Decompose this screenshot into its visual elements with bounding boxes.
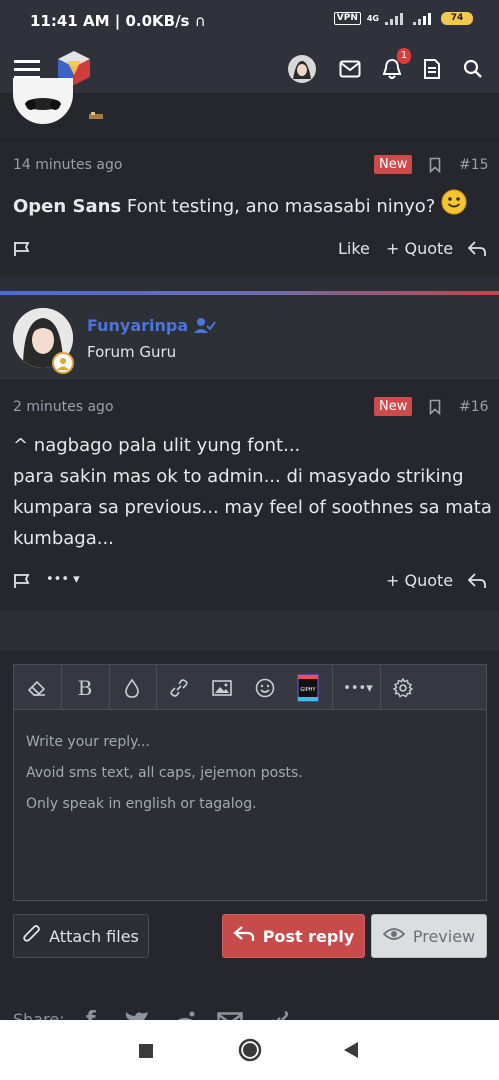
avatar[interactable] (287, 54, 317, 84)
reply-icon (233, 925, 255, 947)
placeholder-line: Avoid sms text, all caps, jejemon posts. (26, 765, 303, 781)
link-share-icon[interactable] (266, 1010, 290, 1020)
search-icon[interactable] (458, 54, 488, 84)
reply-textarea[interactable]: Write your reply... Avoid sms text, all … (14, 711, 486, 900)
status-bar: 11:41 AM | 0.0KB/s ∩ VPN 4G 74 (0, 0, 499, 44)
attach-files-button[interactable]: Attach files (13, 914, 149, 958)
system-navigation-bar (0, 1020, 499, 1080)
twitter-icon[interactable] (124, 1010, 150, 1020)
battery-icon: 74 (441, 12, 473, 25)
home-icon[interactable] (238, 1038, 262, 1066)
post-message-text: Font testing, ano masasabi ninyo? (126, 196, 436, 217)
gear-icon[interactable] (388, 673, 418, 703)
report-flag-icon[interactable] (13, 241, 31, 261)
paperclip-icon (23, 924, 41, 948)
recent-apps-icon[interactable] (139, 1043, 153, 1062)
report-flag-icon[interactable] (13, 573, 31, 593)
share-row: Share: f (0, 972, 499, 1020)
reply-arrow-icon[interactable] (467, 572, 487, 594)
user-flair-icon (88, 106, 104, 119)
notifications-icon[interactable]: 1 (377, 48, 411, 84)
bold-button[interactable]: B (70, 673, 100, 703)
inbox-icon[interactable] (335, 54, 365, 84)
preview-button[interactable]: Preview (371, 914, 487, 958)
eraser-icon[interactable] (22, 673, 52, 703)
notification-count-badge: 1 (397, 48, 411, 64)
link-icon[interactable] (164, 673, 194, 703)
like-button[interactable]: Like (338, 239, 370, 258)
verified-user-icon (193, 317, 216, 337)
new-badge: New (374, 397, 413, 416)
post-gap (0, 276, 499, 291)
post-16: 2 minutes ago New #16 ^ nagbago pala uli… (0, 382, 499, 610)
eye-icon (382, 926, 406, 946)
reply-editor: B GIPHY ••• ▾ Write your reply... Avoid s… (13, 664, 487, 901)
more-options-menu[interactable]: ••• ▾ (340, 673, 376, 703)
email-share-icon[interactable] (217, 1012, 243, 1020)
facebook-icon[interactable]: f (86, 1008, 96, 1020)
post-timestamp[interactable]: 14 minutes ago (13, 157, 122, 173)
signal-icon-2 (413, 12, 435, 25)
emoji-icon[interactable] (250, 673, 280, 703)
smiley-emoji (441, 189, 467, 225)
reddit-icon[interactable] (172, 1010, 198, 1020)
user-title: Forum Guru (87, 343, 177, 361)
bookmark-icon[interactable] (429, 399, 441, 419)
post-message-line: kumpara sa previous... may feel of sooth… (13, 497, 492, 518)
editor-toolbar: B GIPHY ••• ▾ (14, 665, 486, 710)
post-timestamp[interactable]: 2 minutes ago (13, 399, 114, 415)
gif-icon[interactable]: GIPHY (293, 673, 323, 703)
app-header: 1 (0, 44, 499, 94)
post-15-author-area (0, 78, 499, 140)
network-type: 4G (366, 14, 379, 23)
share-label: Share: (13, 1010, 65, 1020)
post-number[interactable]: #15 (459, 157, 489, 173)
quote-button[interactable]: + Quote (386, 571, 453, 590)
post-message-line: kumbaga... (13, 528, 114, 549)
more-actions-menu[interactable]: ••• ▾ (46, 572, 80, 587)
post-reply-button[interactable]: Post reply (222, 914, 365, 958)
username[interactable]: Funyarinpa (87, 316, 216, 337)
svg-text:GIPHY: GIPHY (300, 687, 316, 693)
vpn-indicator: VPN (333, 12, 361, 25)
post-message-line: ^ nagbago pala ulit yung font... (13, 435, 301, 456)
bookmark-icon[interactable] (429, 157, 441, 177)
post-message: Open Sans Font testing, ano masasabi nin… (13, 189, 467, 225)
new-badge: New (374, 155, 413, 174)
quote-button[interactable]: + Quote (386, 239, 453, 258)
user-rank-badge-icon (52, 352, 74, 374)
font-name: Open Sans (13, 196, 122, 217)
status-time: 11:41 AM | 0.0KB/s ∩ (30, 12, 206, 30)
post-message: ^ nagbago pala ulit yung font... para sa… (13, 430, 492, 554)
document-icon[interactable] (417, 54, 447, 84)
signal-icon (385, 12, 407, 25)
post-16-user-header (0, 295, 499, 381)
post-15-avatar[interactable] (13, 78, 73, 124)
text-color-icon[interactable] (117, 673, 147, 703)
post-number[interactable]: #16 (459, 399, 489, 415)
placeholder-line: Write your reply... (26, 734, 150, 750)
post-message-line: para sakin mas ok to admin... di masyado… (13, 466, 464, 487)
image-icon[interactable] (207, 673, 237, 703)
back-icon[interactable] (343, 1041, 359, 1063)
post-15: 14 minutes ago New #15 Open Sans Font te… (0, 140, 499, 276)
reply-arrow-icon[interactable] (467, 240, 487, 262)
placeholder-line: Only speak in english or tagalog. (26, 796, 257, 812)
